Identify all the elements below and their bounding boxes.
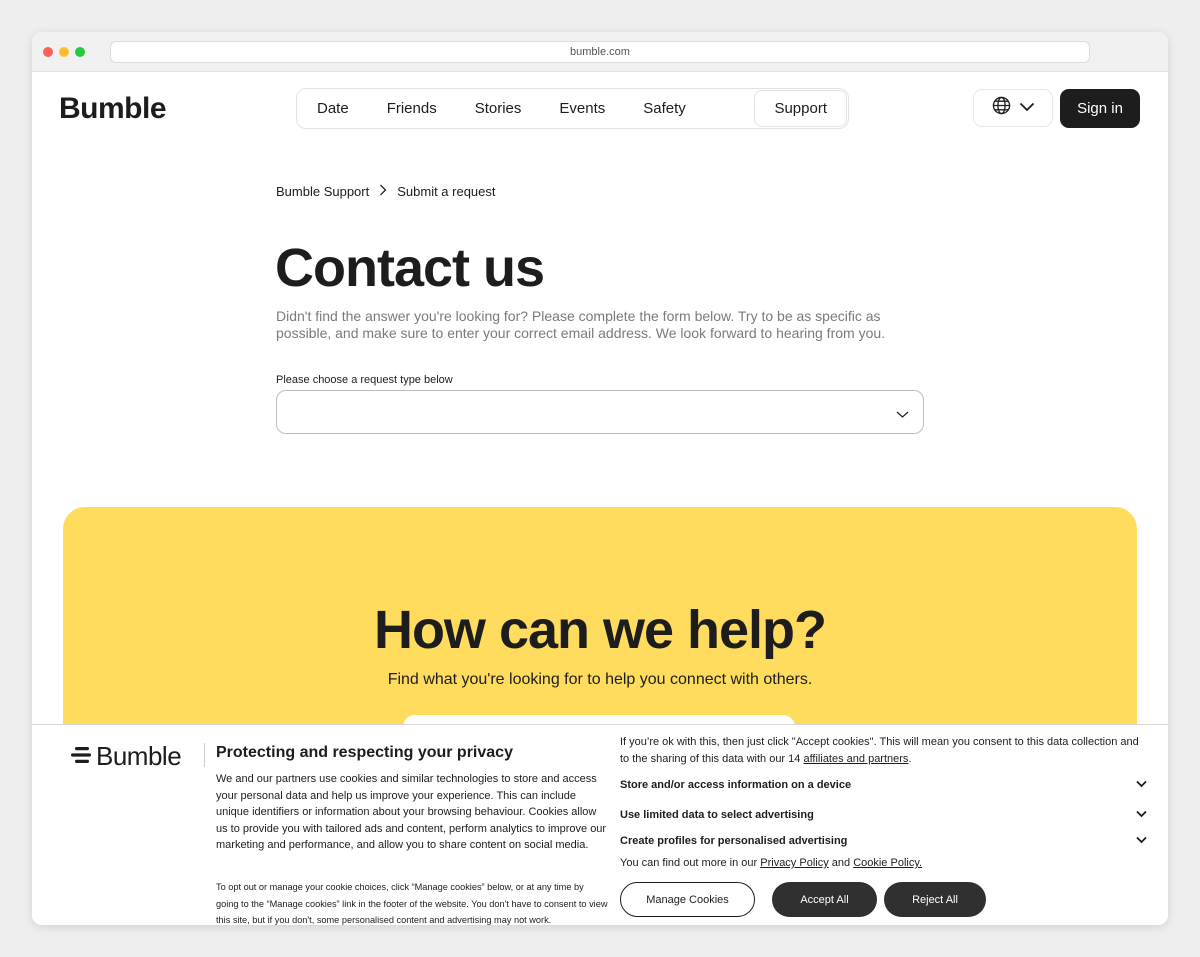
address-bar[interactable]: bumble.com [110,41,1090,63]
nav-events[interactable]: Events [540,90,624,127]
reject-all-button[interactable]: Reject All [884,882,986,917]
language-selector[interactable] [973,89,1053,127]
globe-icon [992,96,1011,120]
accept-all-button[interactable]: Accept All [772,882,877,917]
help-subtitle: Find what you're looking for to help you… [387,671,813,688]
nav-support[interactable]: Support [754,90,847,127]
cookie-logo: Bumble [70,741,182,772]
cookie-body: We and our partners use cookies and simi… [216,773,607,852]
chevron-down-icon [1136,835,1147,847]
cookie-consent-text: If you’re ok with this, then just click … [620,734,1150,767]
purpose-label: Store and/or access information on a dev… [620,779,852,791]
cookie-title: Protecting and respecting your privacy [216,744,513,761]
chevron-down-icon [1136,779,1147,791]
help-title: How can we help? [373,600,827,660]
maximize-window-button[interactable] [75,47,85,57]
breadcrumb-item-support[interactable]: Bumble Support [276,184,369,199]
breadcrumb: Bumble Support Submit a request [276,184,496,199]
chevron-down-icon [1136,809,1147,821]
manage-cookies-button[interactable]: Manage Cookies [620,882,755,917]
purpose-label: Use limited data to select advertising [620,809,814,821]
policy-links: You can find out more in our Privacy Pol… [620,857,922,869]
request-type-select[interactable] [276,390,924,434]
request-type-label: Please choose a request type below [276,374,453,386]
cookie-opt-out-text: To opt out or manage your cookie choices… [216,882,608,925]
close-window-button[interactable] [43,47,53,57]
bumble-bars-icon [70,741,92,772]
privacy-policy-link[interactable]: Privacy Policy [760,857,828,869]
purpose-label: Create profiles for personalised adverti… [620,835,848,847]
chevron-down-icon [1019,99,1035,117]
minimize-window-button[interactable] [59,47,69,57]
purpose-profiles[interactable]: Create profiles for personalised adverti… [620,835,1150,849]
cookie-logo-text: Bumble [96,741,182,771]
consent-intro-end: . [908,752,912,765]
browser-chrome: bumble.com [32,32,1168,72]
breadcrumb-item-current: Submit a request [397,184,496,199]
cookie-banner: Bumble Protecting and respecting your pr… [32,724,1168,925]
nav-safety[interactable]: Safety [624,90,705,127]
affiliates-link[interactable]: affiliates and partners [803,753,908,765]
and-text: and [828,857,854,869]
main-nav: Date Friends Stories Events Safety Suppo… [296,88,849,129]
purpose-store-access[interactable]: Store and/or access information on a dev… [620,775,1150,795]
purpose-limited-data[interactable]: Use limited data to select advertising [620,805,1150,825]
browser-window: bumble.com Bumble Date Friends Stories E… [32,32,1168,925]
chevron-down-icon [896,406,909,424]
nav-stories[interactable]: Stories [456,90,541,127]
chevron-right-icon [379,184,387,199]
intro-text: Didn't find the answer you're looking fo… [276,308,886,341]
nav-date[interactable]: Date [298,90,368,127]
bumble-logo[interactable]: Bumble [59,92,167,126]
find-out-text: You can find out more in our [620,857,761,869]
sign-in-button[interactable]: Sign in [1060,89,1140,128]
cookie-policy-link[interactable]: Cookie Policy. [853,857,922,869]
cookie-divider [204,743,205,767]
page: Bumble Date Friends Stories Events Safet… [32,72,1168,925]
page-title: Contact us [275,238,545,298]
nav-friends[interactable]: Friends [368,90,456,127]
